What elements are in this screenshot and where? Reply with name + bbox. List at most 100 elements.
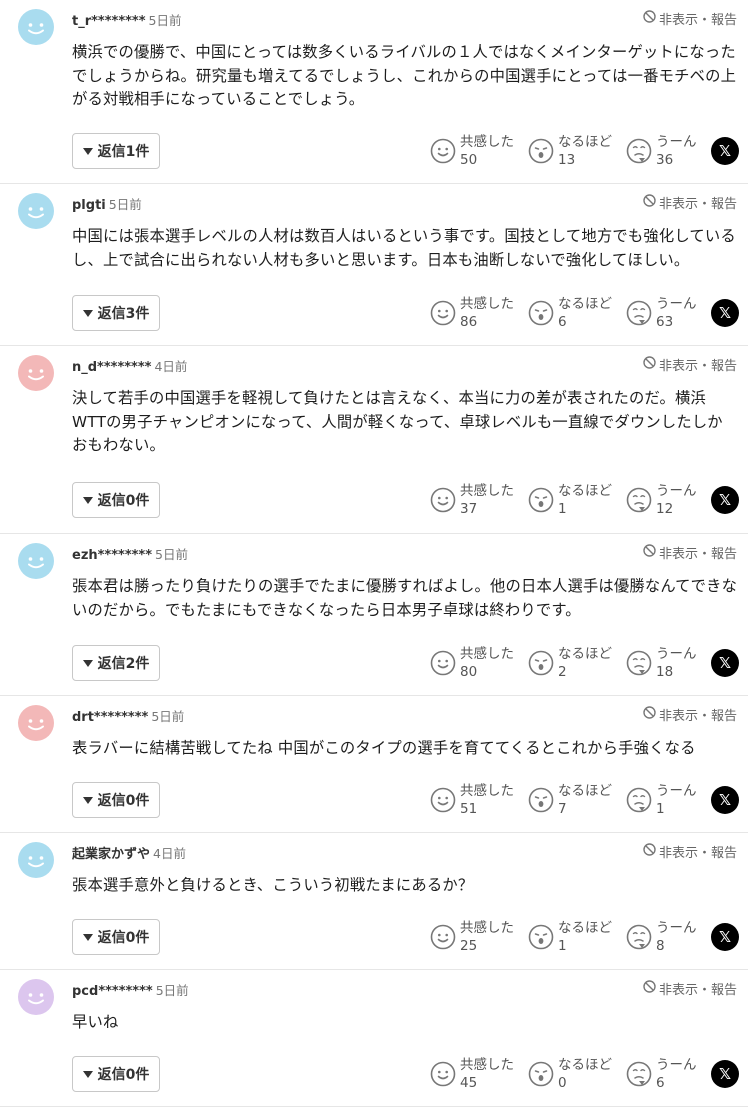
x-logo-icon: 𝕏 <box>718 654 732 672</box>
naruhodo-button[interactable]: なるほど 13 <box>528 133 612 169</box>
x-share-button[interactable]: 𝕏 <box>711 649 739 677</box>
comment-meta: drt******** 5日前 <box>72 708 184 727</box>
hide-report-label: 非表示・報告 <box>658 197 737 212</box>
hide-report-link[interactable]: 非表示・報告 <box>643 979 737 998</box>
empathy-label: 共感した <box>460 296 514 312</box>
username[interactable]: t_r******** <box>72 14 146 29</box>
x-share-button[interactable]: 𝕏 <box>711 786 739 814</box>
thinking-face-icon <box>626 924 652 950</box>
x-logo-icon: 𝕏 <box>718 928 732 946</box>
comment-meta: t_r******** 5日前 <box>72 12 181 31</box>
uun-button[interactable]: うーん 18 <box>626 645 697 681</box>
avatar[interactable] <box>18 979 54 1015</box>
avatar[interactable] <box>18 193 54 229</box>
username[interactable]: plgti <box>72 198 106 213</box>
hide-report-label: 非表示・報告 <box>658 846 737 861</box>
hide-report-link[interactable]: 非表示・報告 <box>643 842 737 861</box>
username[interactable]: drt******** <box>72 710 148 725</box>
empathy-button[interactable]: 共感した 37 <box>430 482 514 518</box>
hide-report-link[interactable]: 非表示・報告 <box>643 705 737 724</box>
empathy-button[interactable]: 共感した 45 <box>430 1056 514 1092</box>
empathy-label: 共感した <box>460 1057 514 1073</box>
naruhodo-button[interactable]: なるほど 0 <box>528 1056 612 1092</box>
empathy-button[interactable]: 共感した 86 <box>430 295 514 331</box>
reaction-bar: 共感した 86 なるほど 6 うーん 63 𝕏 <box>0 295 748 331</box>
empathy-button[interactable]: 共感した 51 <box>430 782 514 818</box>
naruhodo-count: 1 <box>558 501 567 517</box>
comment-item: plgti 5日前 非表示・報告 中国には張本選手レベルの人材は数百人はいるという事で… <box>0 184 748 346</box>
empathy-count: 80 <box>460 664 478 680</box>
empathy-button[interactable]: 共感した 25 <box>430 919 514 955</box>
uun-count: 1 <box>656 801 665 817</box>
naruhodo-count: 1 <box>558 938 567 954</box>
surprised-face-icon <box>528 787 554 813</box>
uun-button[interactable]: うーん 6 <box>626 1056 697 1092</box>
x-share-button[interactable]: 𝕏 <box>711 137 739 165</box>
hide-report-link[interactable]: 非表示・報告 <box>643 543 737 562</box>
avatar[interactable] <box>18 543 54 579</box>
hide-icon <box>643 544 659 561</box>
timestamp: 5日前 <box>108 197 142 212</box>
comment-meta: pcd******** 5日前 <box>72 982 189 1001</box>
x-share-button[interactable]: 𝕏 <box>711 923 739 951</box>
username[interactable]: 起業家かずや <box>72 847 150 862</box>
hide-report-link[interactable]: 非表示・報告 <box>643 355 737 374</box>
naruhodo-button[interactable]: なるほど 7 <box>528 782 612 818</box>
uun-count: 6 <box>656 1075 665 1091</box>
naruhodo-count: 6 <box>558 314 567 330</box>
x-logo-icon: 𝕏 <box>718 304 732 322</box>
comment-item: n_d******** 4日前 非表示・報告 決して若手の中国選手を軽視して負けたとは… <box>0 346 748 534</box>
x-share-button[interactable]: 𝕏 <box>711 299 739 327</box>
x-logo-icon: 𝕏 <box>718 142 732 160</box>
hide-report-label: 非表示・報告 <box>658 359 737 374</box>
reaction-bar: 共感した 37 なるほど 1 うーん 12 𝕏 <box>0 482 748 518</box>
uun-button[interactable]: うーん 36 <box>626 133 697 169</box>
comment-item: ezh******** 5日前 非表示・報告 張本君は勝ったり負けたりの選手でたまに優… <box>0 534 748 696</box>
uun-count: 8 <box>656 938 665 954</box>
username[interactable]: ezh******** <box>72 548 152 563</box>
x-share-button[interactable]: 𝕏 <box>711 1060 739 1088</box>
thinking-face-icon <box>626 650 652 676</box>
uun-label: うーん <box>656 483 697 499</box>
naruhodo-button[interactable]: なるほど 1 <box>528 919 612 955</box>
x-logo-icon: 𝕏 <box>718 1065 732 1083</box>
comment-body: 決して若手の中国選手を軽視して負けたとは言えなく、本当に力の差が表されたのだ。横… <box>72 389 723 454</box>
smile-icon <box>430 300 456 326</box>
uun-label: うーん <box>656 1057 697 1073</box>
uun-button[interactable]: うーん 63 <box>626 295 697 331</box>
naruhodo-label: なるほど <box>558 783 612 799</box>
hide-report-label: 非表示・報告 <box>658 983 737 998</box>
comment-body: 早いね <box>72 1013 119 1031</box>
surprised-face-icon <box>528 650 554 676</box>
uun-button[interactable]: うーん 12 <box>626 482 697 518</box>
reaction-bar: 共感した 80 なるほど 2 うーん 18 𝕏 <box>0 645 748 681</box>
hide-report-link[interactable]: 非表示・報告 <box>643 9 737 28</box>
thinking-face-icon <box>626 1061 652 1087</box>
avatar[interactable] <box>18 355 54 391</box>
username[interactable]: n_d******** <box>72 360 151 375</box>
empathy-count: 86 <box>460 314 478 330</box>
uun-button[interactable]: うーん 1 <box>626 782 697 818</box>
thinking-face-icon <box>626 787 652 813</box>
comment-item: drt******** 5日前 非表示・報告 表ラバーに結構苦戦してたね 中国がこのタ… <box>0 696 748 833</box>
naruhodo-button[interactable]: なるほど 2 <box>528 645 612 681</box>
timestamp: 5日前 <box>151 709 185 724</box>
naruhodo-button[interactable]: なるほど 6 <box>528 295 612 331</box>
hide-report-link[interactable]: 非表示・報告 <box>643 193 737 212</box>
empathy-label: 共感した <box>460 646 514 662</box>
uun-button[interactable]: うーん 8 <box>626 919 697 955</box>
avatar[interactable] <box>18 842 54 878</box>
avatar[interactable] <box>18 9 54 45</box>
empathy-button[interactable]: 共感した 50 <box>430 133 514 169</box>
username[interactable]: pcd******** <box>72 984 153 999</box>
empathy-button[interactable]: 共感した 80 <box>430 645 514 681</box>
x-share-button[interactable]: 𝕏 <box>711 486 739 514</box>
hide-report-label: 非表示・報告 <box>658 709 737 724</box>
reaction-bar: 共感した 50 なるほど 13 うーん 36 𝕏 <box>0 133 748 169</box>
uun-count: 18 <box>656 664 674 680</box>
naruhodo-label: なるほど <box>558 920 612 936</box>
naruhodo-button[interactable]: なるほど 1 <box>528 482 612 518</box>
avatar[interactable] <box>18 705 54 741</box>
surprised-face-icon <box>528 138 554 164</box>
hide-icon <box>643 10 659 27</box>
